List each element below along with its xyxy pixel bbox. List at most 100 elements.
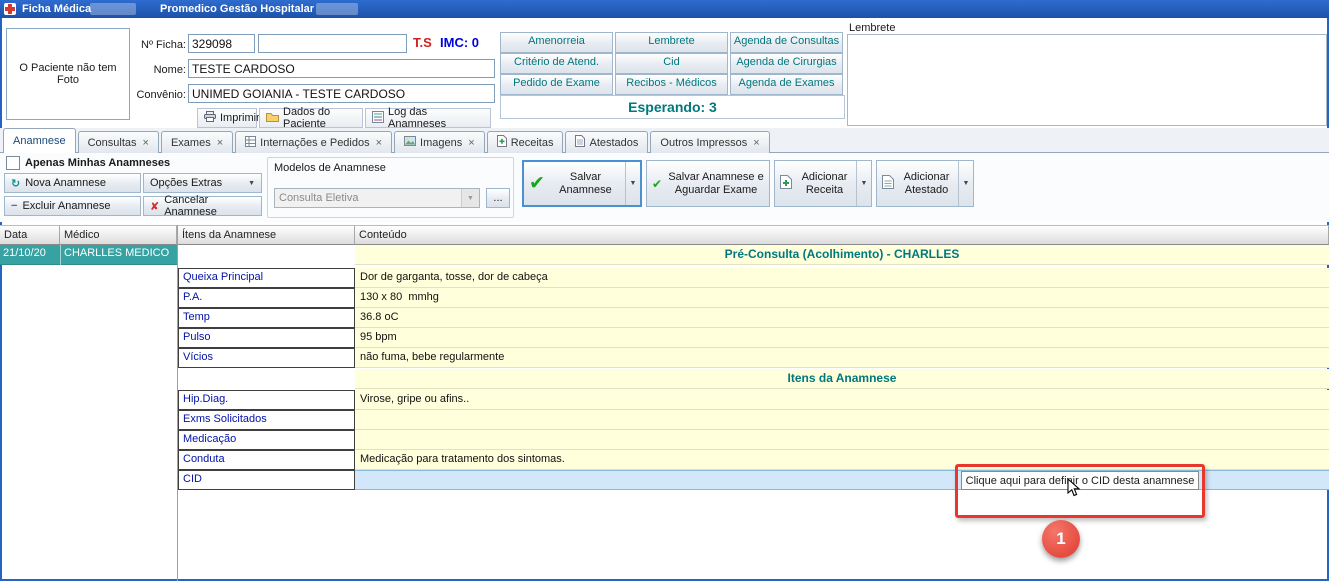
adicionar-receita-button[interactable]: Adicionar Receita ▼ (774, 160, 872, 207)
salvar-anamnese-button[interactable]: ✔ Salvar Anamnese ▼ (522, 160, 642, 207)
anamnese-column-itens[interactable]: Ítens da Anamnese (178, 225, 355, 245)
anamnese-content-cell[interactable]: 36.8 oC (355, 308, 1329, 328)
imc-label[interactable]: IMC: 0 (440, 35, 479, 50)
anamnese-content-cell[interactable]: 130 x 80 mmhg (355, 288, 1329, 308)
apenas-minhas-checkbox[interactable]: Apenas Minhas Anamneses (6, 156, 170, 170)
checkbox-box[interactable] (6, 156, 20, 170)
quick-button-agenda-exames[interactable]: Agenda de Exames (730, 74, 843, 95)
anamnese-item-cell[interactable]: Medicação (178, 430, 355, 450)
salvar-dropdown-arrow[interactable]: ▼ (625, 162, 640, 205)
anamnese-content-cell[interactable]: Dor de garganta, tosse, dor de cabeça (355, 268, 1329, 288)
prescription-icon (780, 175, 792, 192)
minus-icon: − (11, 200, 17, 212)
cancelar-anamnese-button[interactable]: ✘ Cancelar Anamnese (143, 196, 262, 216)
tab-label: Receitas (511, 137, 554, 149)
button-label: Cancelar Anamnese (164, 194, 255, 218)
log-anamneses-button[interactable]: Log das Anamneses (365, 108, 491, 128)
tab-internacoes-pedidos[interactable]: Internações e Pedidos × (235, 131, 392, 153)
quick-button-amenorreia[interactable]: Amenorreia (500, 32, 613, 53)
tab-outros-impressos[interactable]: Outros Impressos × (650, 131, 769, 153)
excluir-anamnese-button[interactable]: − Excluir Anamnese (4, 196, 141, 216)
redacted-text (316, 3, 358, 15)
tab-receitas[interactable]: Receitas (487, 131, 564, 153)
ficha-medica-window: Ficha Médica Promedico Gestão Hospitalar… (0, 0, 1329, 581)
cell-divider (60, 245, 61, 265)
red-x-icon: ✘ (150, 200, 159, 213)
modelo-browse-button[interactable]: ... (486, 188, 510, 208)
quick-button-cid[interactable]: Cid (615, 53, 728, 74)
ficha-extra-input[interactable] (258, 34, 407, 53)
salvar-aguardar-exame-button[interactable]: ✔ Salvar Anamnese e Aguardar Exame (646, 160, 770, 207)
modelos-label: Modelos de Anamnese (274, 162, 386, 174)
button-label: Log das Anamneses (388, 106, 484, 130)
anamnese-item-cell[interactable]: Pulso (178, 328, 355, 348)
anamnese-content-cell[interactable]: Virose, gripe ou afins.. (355, 390, 1329, 410)
button-label: Excluir Anamnese (22, 200, 110, 212)
button-label: Adicionar Atestado (900, 171, 953, 197)
anamnese-item-cell[interactable]: Temp (178, 308, 355, 328)
refresh-icon: ↻ (11, 177, 20, 190)
atestado-dropdown-arrow[interactable]: ▼ (958, 161, 973, 206)
document-icon (882, 175, 894, 192)
printer-icon (204, 111, 216, 125)
close-icon[interactable]: × (753, 137, 759, 149)
anamnese-item-cell[interactable]: P.A. (178, 288, 355, 308)
tab-consultas[interactable]: Consultas × (78, 131, 159, 153)
tab-anamnese[interactable]: Anamnese (3, 128, 76, 153)
esperando-status: Esperando: 3 (500, 95, 845, 119)
anamnese-content-cell[interactable] (355, 410, 1329, 430)
anamnese-item-cell[interactable]: Vícios (178, 348, 355, 368)
button-label: Adicionar Receita (798, 171, 851, 197)
anamnese-item-cell-cid[interactable]: CID (178, 470, 355, 490)
step-number-badge: 1 (1042, 520, 1080, 558)
history-row-selected[interactable]: 21/10/20 CHARLLES MEDICO (0, 245, 177, 265)
quick-button-pedido-exame[interactable]: Pedido de Exame (500, 74, 613, 95)
ts-label[interactable]: T.S (413, 35, 432, 50)
close-icon[interactable]: × (468, 137, 474, 149)
receita-dropdown-arrow[interactable]: ▼ (856, 161, 871, 206)
tab-atestados[interactable]: Atestados (565, 131, 648, 153)
dados-paciente-button[interactable]: Dados do Paciente (259, 108, 363, 128)
convenio-input[interactable] (188, 84, 495, 103)
quick-button-agenda-cirurgias[interactable]: Agenda de Cirurgias (730, 53, 843, 74)
ficha-input[interactable] (188, 34, 255, 53)
anamnese-content-cell[interactable]: não fuma, bebe regularmente (355, 348, 1329, 368)
tab-label: Anamnese (13, 135, 66, 147)
modelo-combobox[interactable]: Consulta Eletiva ▼ (274, 188, 480, 208)
anamnese-item-cell[interactable]: Conduta (178, 450, 355, 470)
nova-anamnese-button[interactable]: ↻ Nova Anamnese (4, 173, 141, 193)
lembrete-box[interactable] (847, 34, 1327, 126)
no-photo-text: O Paciente não tem Foto (7, 62, 129, 86)
quick-button-criterio-atend[interactable]: Critério de Atend. (500, 53, 613, 74)
close-icon[interactable]: × (143, 137, 149, 149)
titlebar[interactable]: Ficha Médica Promedico Gestão Hospitalar (0, 0, 1329, 18)
opcoes-extras-button[interactable]: Opções Extras ▼ (143, 173, 262, 193)
button-label: Opções Extras (150, 177, 222, 189)
tab-exames[interactable]: Exames × (161, 131, 233, 153)
close-icon[interactable]: × (217, 137, 223, 149)
chevron-down-icon[interactable]: ▼ (461, 189, 479, 207)
prescription-icon (497, 135, 507, 150)
app-icon (4, 3, 16, 15)
adicionar-atestado-button[interactable]: Adicionar Atestado ▼ (876, 160, 974, 207)
anamnese-item-cell[interactable]: Queixa Principal (178, 268, 355, 288)
quick-button-lembrete[interactable]: Lembrete (615, 32, 728, 53)
anamnese-item-cell[interactable]: Exms Solicitados (178, 410, 355, 430)
quick-button-recibos-medicos[interactable]: Recibos - Médicos (615, 74, 728, 95)
chevron-down-icon: ▼ (248, 180, 255, 187)
anamnese-content-cell[interactable] (355, 430, 1329, 450)
quick-button-agenda-consultas[interactable]: Agenda de Consultas (730, 32, 843, 53)
tab-imagens[interactable]: Imagens × (394, 131, 485, 153)
history-column-medico[interactable]: Médico (60, 225, 177, 245)
anamnese-column-conteudo[interactable]: Conteúdo (355, 225, 1329, 245)
app-name: Promedico Gestão Hospitalar (160, 0, 314, 18)
anamnese-content-cell[interactable]: 95 bpm (355, 328, 1329, 348)
nome-input[interactable] (188, 59, 495, 78)
close-icon[interactable]: × (376, 137, 382, 149)
nome-label: Nome: (128, 61, 186, 79)
anamnese-item-cell[interactable]: Hip.Diag. (178, 390, 355, 410)
history-column-data[interactable]: Data (0, 225, 60, 245)
check-icon: ✔ (652, 177, 662, 191)
imprimir-button[interactable]: Imprimir (197, 108, 257, 128)
grid-icon (245, 136, 256, 150)
